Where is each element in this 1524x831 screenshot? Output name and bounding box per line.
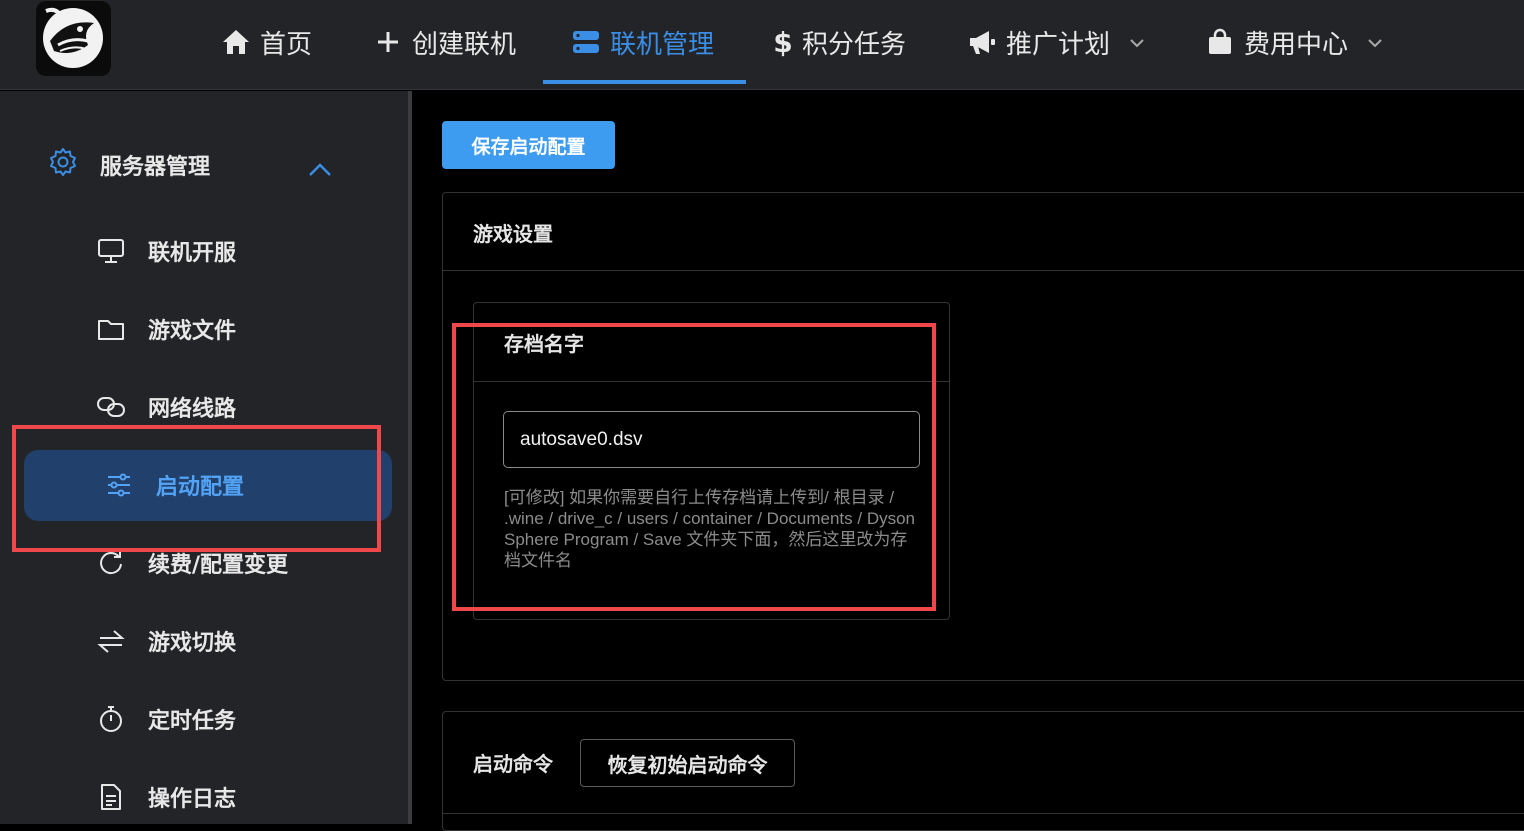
shopping-bag-icon xyxy=(1204,26,1236,58)
sidebar-item-launch-config[interactable]: 启动配置 xyxy=(104,465,244,505)
sidebar-item-label: 网络线路 xyxy=(148,397,237,422)
save-name-input[interactable] xyxy=(503,411,920,468)
monitor-icon xyxy=(96,236,126,266)
sliders-icon xyxy=(104,470,134,500)
save-launch-config-button[interactable]: 保存启动配置 xyxy=(442,121,615,169)
sidebar-item-label: 联机开服 xyxy=(148,241,237,266)
save-name-hint: [可修改] 如果你需要自行上传存档请上传到/ 根目录 / .wine / dri… xyxy=(504,488,916,570)
divider xyxy=(474,381,949,382)
chevron-down-icon xyxy=(1368,32,1382,53)
sidebar-item-label: 定时任务 xyxy=(148,709,237,734)
nav-create-server-label: 创建联机 xyxy=(412,29,517,60)
sidebar-item-renew-config[interactable]: 续费/配置变更 xyxy=(96,543,288,583)
top-navigation-bar: 首页 创建联机 联机管理 $ 积分任务 推广计划 费用中心 xyxy=(0,0,1524,90)
chevron-up-icon[interactable] xyxy=(306,160,334,180)
active-tab-underline xyxy=(543,80,746,84)
folder-icon xyxy=(96,314,126,344)
dollar-icon: $ xyxy=(773,25,793,59)
sidebar-item-label: 操作日志 xyxy=(148,787,237,812)
launch-command-title: 启动命令 xyxy=(473,752,553,776)
sidebar-item-label: 游戏切换 xyxy=(148,631,237,656)
sidebar-item-game-files[interactable]: 游戏文件 xyxy=(96,309,236,349)
sidebar-item-label: 启动配置 xyxy=(156,475,245,500)
home-icon xyxy=(220,26,252,58)
stopwatch-icon xyxy=(96,704,126,734)
nav-billing-center-label: 费用中心 xyxy=(1244,29,1349,60)
nav-server-management-label: 联机管理 xyxy=(610,29,715,60)
server-icon xyxy=(570,26,602,58)
nav-promotion-plan[interactable]: 推广计划 xyxy=(966,0,1144,84)
reset-launch-command-button[interactable]: 恢复初始启动命令 xyxy=(580,739,795,787)
plus-icon xyxy=(372,26,404,58)
sidebar-group-server-management[interactable]: 服务器管理 xyxy=(48,145,348,185)
sidebar-divider xyxy=(408,91,412,824)
nav-billing-center[interactable]: 费用中心 xyxy=(1204,0,1382,84)
nav-server-management[interactable]: 联机管理 xyxy=(570,0,714,84)
sidebar-item-server-start[interactable]: 联机开服 xyxy=(96,231,236,271)
save-name-label: 存档名字 xyxy=(504,332,584,356)
logo-icon[interactable] xyxy=(36,1,111,76)
sidebar-item-label: 游戏文件 xyxy=(148,319,237,344)
switch-icon xyxy=(96,626,126,656)
link-icon xyxy=(96,392,126,422)
divider xyxy=(443,270,1524,271)
refresh-icon xyxy=(96,548,126,578)
nav-promotion-plan-label: 推广计划 xyxy=(1006,29,1111,60)
game-settings-title: 游戏设置 xyxy=(473,222,553,246)
megaphone-icon xyxy=(966,26,998,58)
sidebar-item-scheduled-tasks[interactable]: 定时任务 xyxy=(96,699,236,739)
sidebar-group-label: 服务器管理 xyxy=(100,155,211,180)
sidebar-item-operation-log[interactable]: 操作日志 xyxy=(96,777,236,817)
divider xyxy=(443,813,1524,814)
chevron-down-icon xyxy=(1130,32,1144,53)
sidebar-item-network-route[interactable]: 网络线路 xyxy=(96,387,236,427)
nav-points-tasks[interactable]: $ 积分任务 xyxy=(772,0,906,84)
gear-icon xyxy=(48,147,78,183)
sidebar-item-label: 续费/配置变更 xyxy=(148,553,289,578)
nav-points-tasks-label: 积分任务 xyxy=(802,29,907,60)
document-icon xyxy=(96,782,126,812)
nav-home-label: 首页 xyxy=(260,29,313,60)
nav-create-server[interactable]: 创建联机 xyxy=(372,0,516,84)
nav-home[interactable]: 首页 xyxy=(220,0,312,84)
sidebar-item-game-switch[interactable]: 游戏切换 xyxy=(96,621,236,661)
